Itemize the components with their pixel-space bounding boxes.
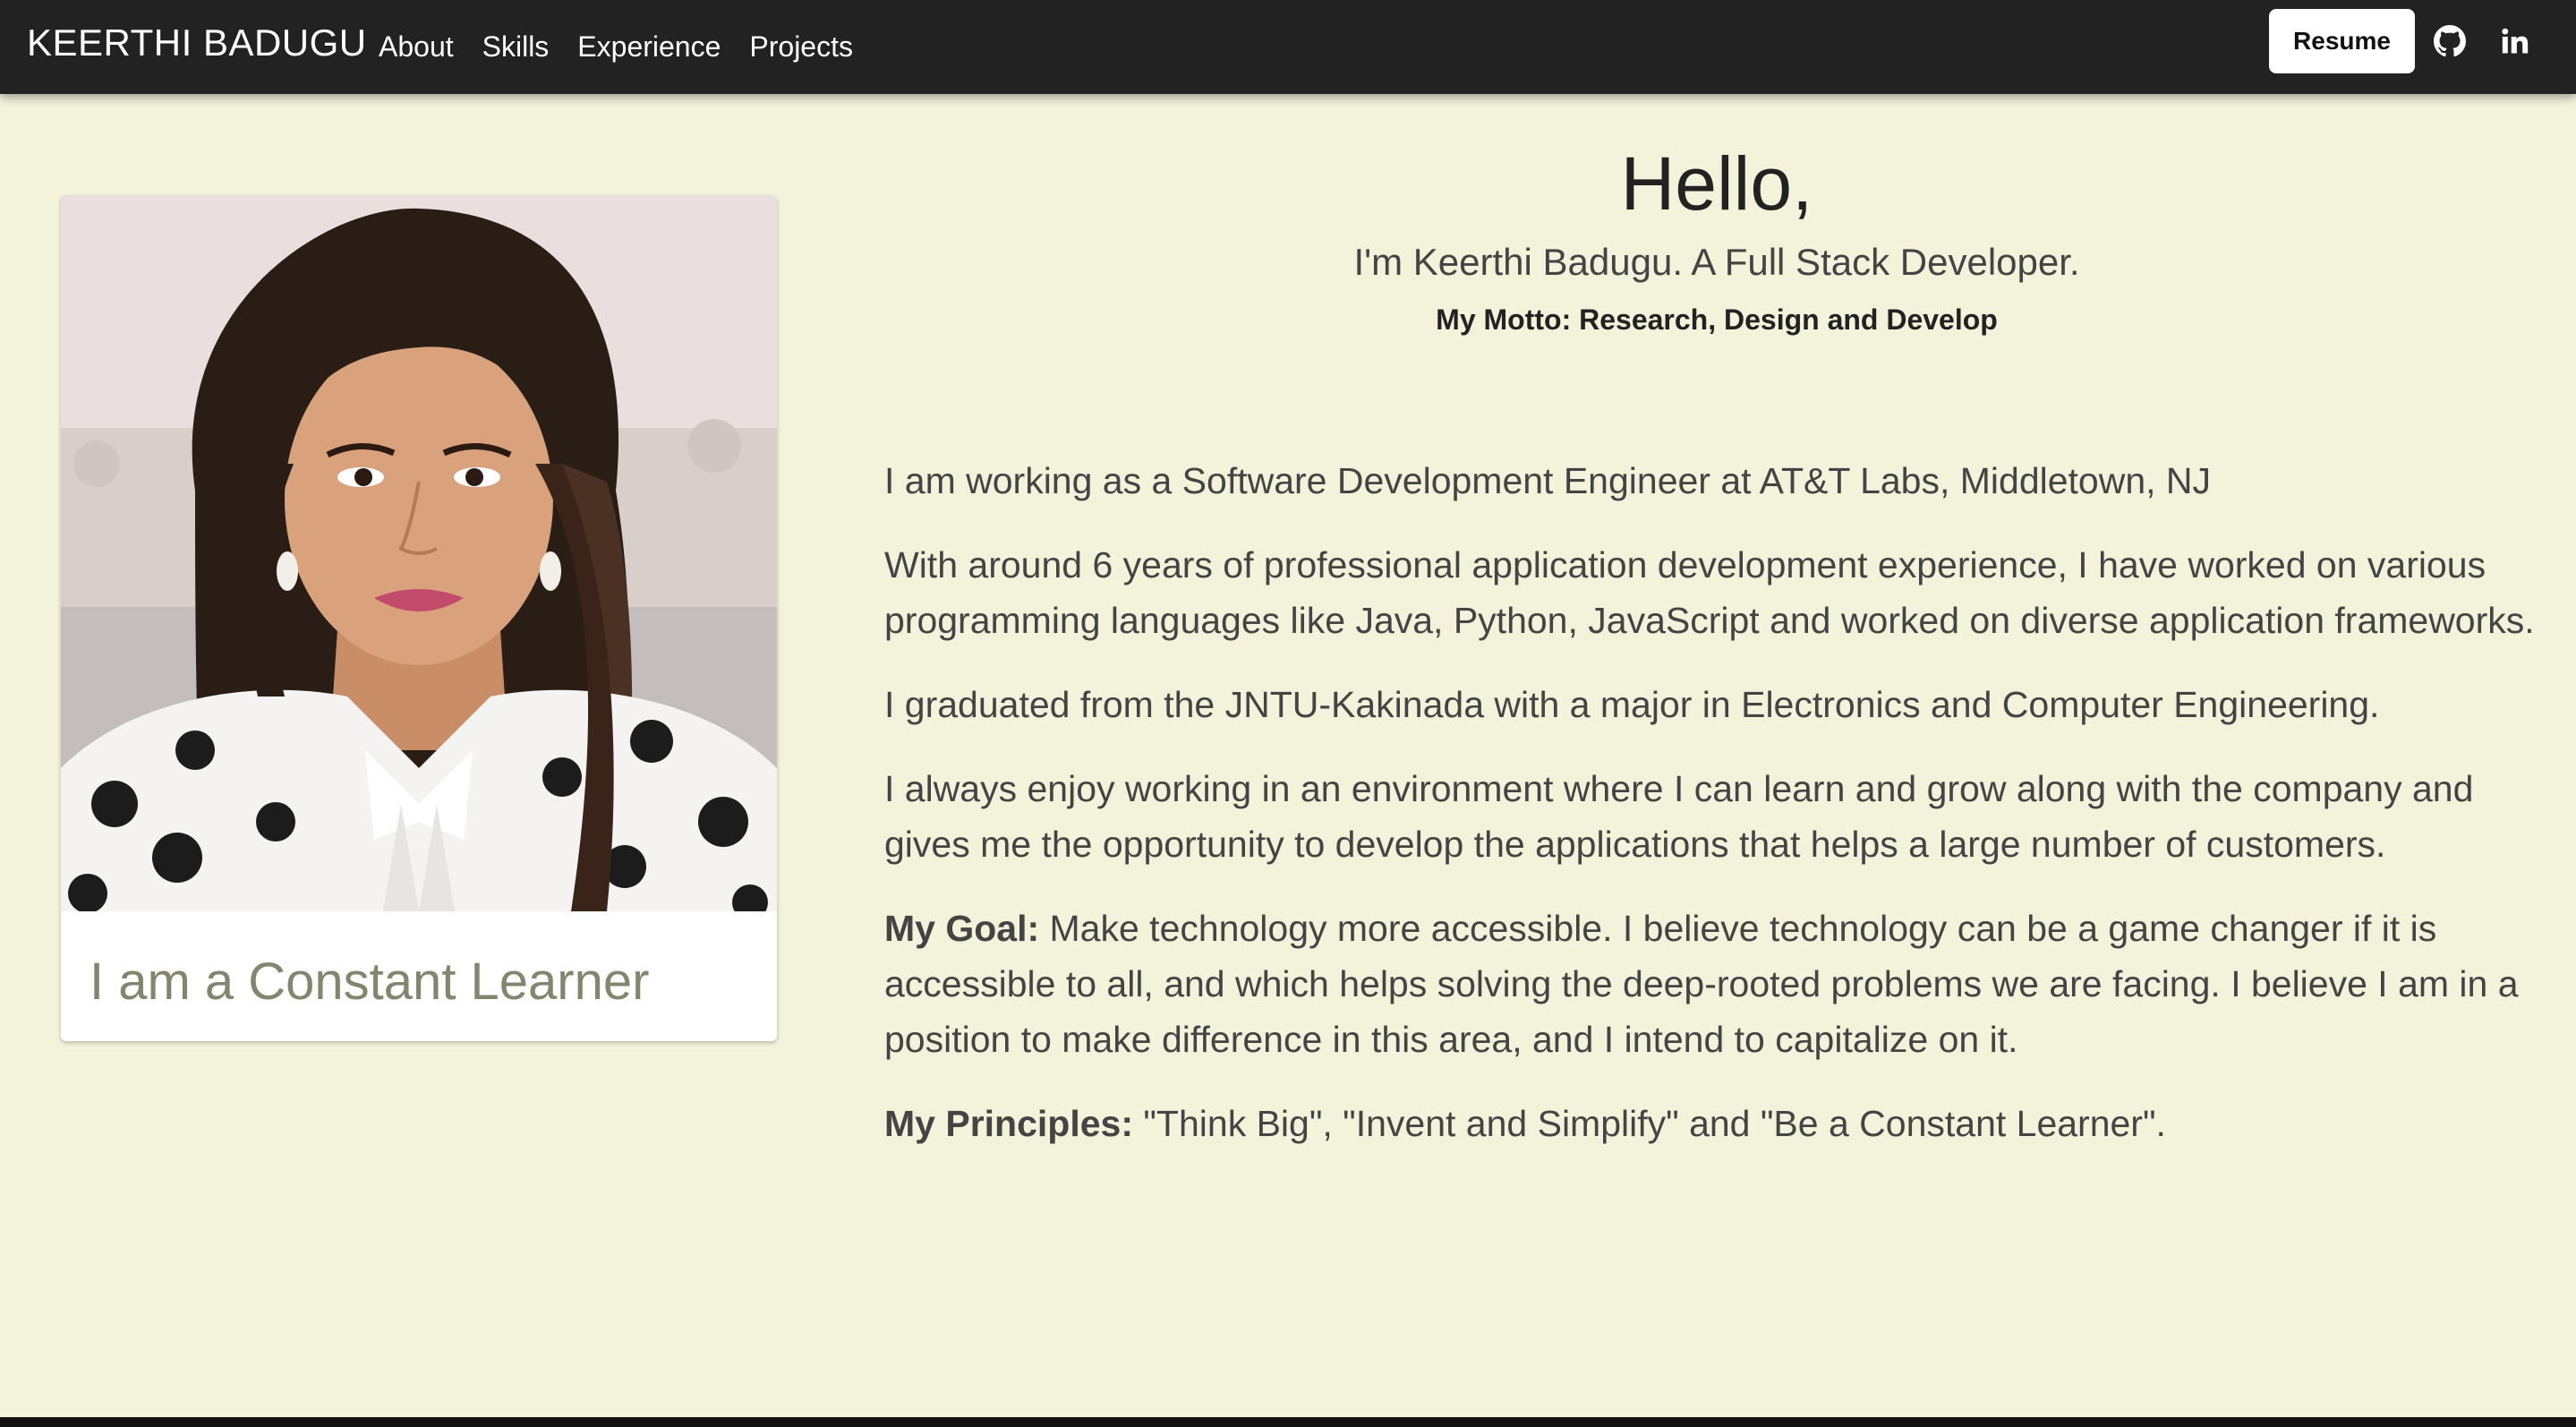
- nav-links: About Skills Experience Projects: [379, 0, 882, 94]
- about-paragraph-principles: My Principles: "Think Big", "Invent and …: [884, 1096, 2549, 1151]
- goal-text: Make technology more accessible. I belie…: [884, 908, 2519, 1060]
- about-paragraph-work: I am working as a Software Development E…: [884, 460, 2212, 501]
- github-icon[interactable]: [2433, 24, 2467, 58]
- principles-label: My Principles:: [884, 1103, 1133, 1144]
- linkedin-icon[interactable]: [2498, 24, 2532, 58]
- intro-subtitle: I'm Keerthi Badugu. A Full Stack Develop…: [1353, 241, 2080, 283]
- profile-card: I am a Constant Learner: [61, 195, 777, 1041]
- brand-link[interactable]: KEERTHI BADUGU: [27, 0, 367, 94]
- nav-experience-link[interactable]: Experience: [577, 30, 721, 64]
- about-paragraph-experience: With around 6 years of professional appl…: [884, 544, 2535, 641]
- nav-about-link[interactable]: About: [379, 30, 454, 64]
- navbar: KEERTHI BADUGU About Skills Experience P…: [0, 0, 2576, 94]
- profile-photo: [61, 195, 777, 911]
- nav-projects-link[interactable]: Projects: [749, 30, 853, 64]
- about-paragraph-environment: I always enjoy working in an environment…: [884, 768, 2474, 865]
- bottom-bar: [0, 1417, 2576, 1427]
- about-paragraph-education: I graduated from the JNTU-Kakinada with …: [884, 684, 2380, 725]
- card-caption: I am a Constant Learner: [90, 953, 650, 1011]
- principles-text: "Think Big", "Invent and Simplify" and "…: [1132, 1103, 2166, 1144]
- about-paragraph-goal: My Goal: Make technology more accessible…: [884, 901, 2549, 1067]
- greeting-heading: Hello,: [1620, 141, 1813, 226]
- about-section: I am working as a Software Development E…: [884, 453, 2549, 1180]
- goal-label: My Goal:: [884, 908, 1040, 949]
- resume-button[interactable]: Resume: [2269, 9, 2415, 73]
- nav-skills-link[interactable]: Skills: [482, 30, 550, 64]
- motto-text: My Motto: Research, Design and Develop: [1436, 303, 1998, 336]
